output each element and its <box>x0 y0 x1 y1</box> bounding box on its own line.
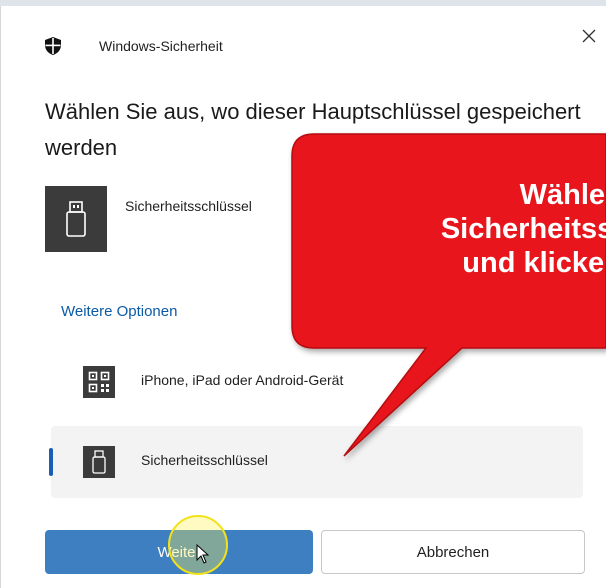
option-security-key[interactable]: Sicherheitsschlüssel <box>49 426 583 498</box>
windows-security-dialog: Windows-Sicherheit Wählen Sie aus, wo di… <box>0 6 606 588</box>
cancel-button[interactable]: Abbrechen <box>321 530 585 574</box>
dialog-heading: Wählen Sie aus, wo dieser Hauptschlüssel… <box>45 99 581 160</box>
close-button[interactable] <box>573 20 605 52</box>
usb-key-icon <box>66 201 86 237</box>
primary-option-label: Sicherheitsschlüssel <box>125 198 252 214</box>
next-button[interactable]: Weiter <box>45 530 313 574</box>
security-key-option-icon-tile <box>83 446 115 478</box>
app-title: Windows-Sicherheit <box>99 38 223 54</box>
screenshot-stage: Windows-Sicherheit Wählen Sie aus, wo di… <box>0 0 606 588</box>
phone-option-label: iPhone, iPad oder Android-Gerät <box>141 372 344 388</box>
option-phone-device[interactable]: iPhone, iPad oder Android-Gerät <box>51 346 583 418</box>
close-icon <box>582 29 596 43</box>
security-key-option-label: Sicherheitsschlüssel <box>141 452 268 468</box>
qr-code-icon <box>88 371 110 393</box>
primary-security-key-option[interactable]: Sicherheitsschlüssel <box>45 186 305 260</box>
primary-option-icon-tile <box>45 186 107 252</box>
usb-key-icon <box>92 450 106 474</box>
selected-indicator <box>49 448 53 476</box>
phone-option-icon-tile <box>83 366 115 398</box>
more-options-link[interactable]: Weitere Optionen <box>61 303 177 320</box>
shield-icon <box>45 37 61 55</box>
